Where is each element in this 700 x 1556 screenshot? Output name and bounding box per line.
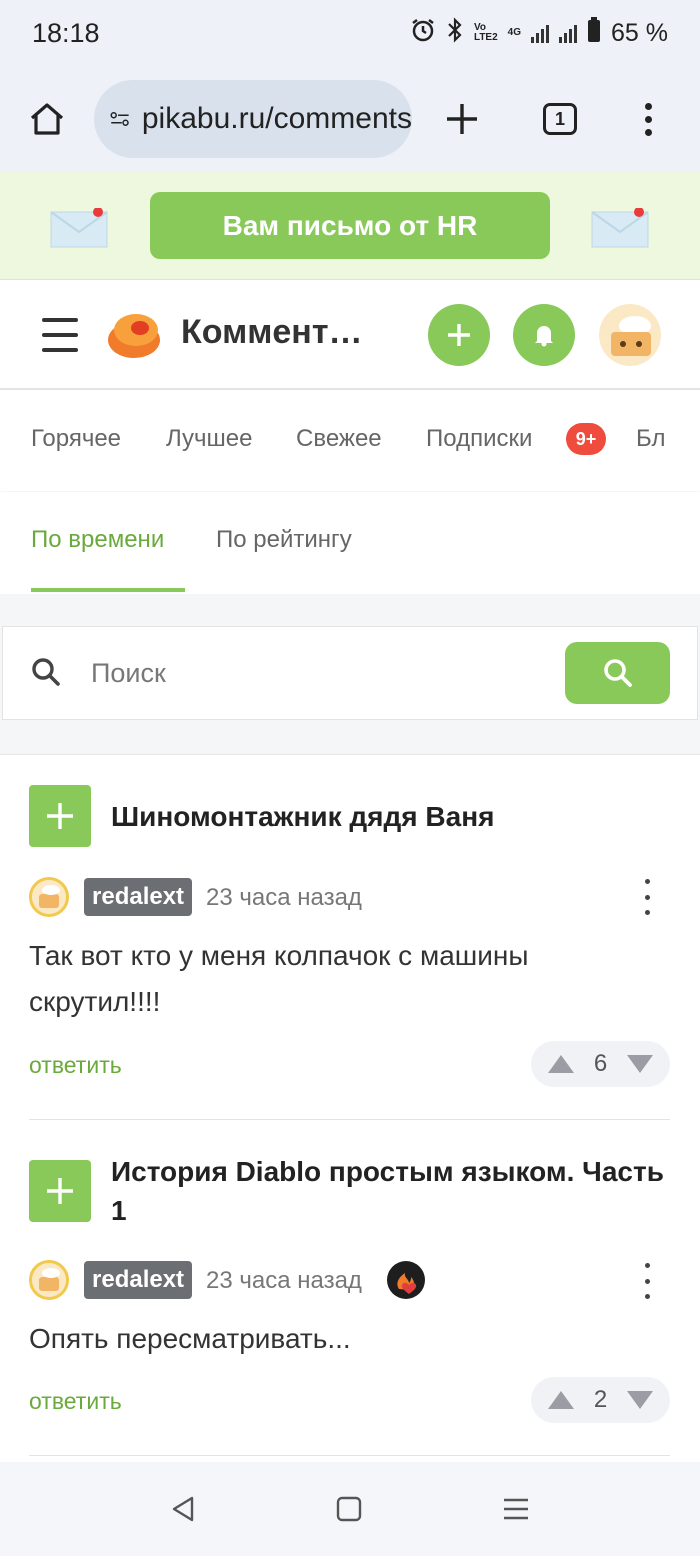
battery-icon <box>587 16 601 50</box>
plus-icon <box>47 1178 73 1204</box>
pikabu-logo[interactable] <box>106 308 162 360</box>
vote-widget: 6 <box>531 1041 670 1087</box>
tab-count: 1 <box>543 103 577 135</box>
divider <box>29 1455 670 1456</box>
add-post-button[interactable] <box>428 304 490 366</box>
comment-text: Так вот кто у меня колпачок с машины скр… <box>29 940 529 1017</box>
comments-feed: Шиномонтажник дядя Ваня redalext 23 часа… <box>0 754 700 1460</box>
comment-time[interactable]: 23 часа назад <box>206 1267 362 1295</box>
sort-by-time[interactable]: По времени <box>31 526 164 554</box>
tab-best[interactable]: Лучшее <box>166 425 252 453</box>
plus-icon <box>447 104 477 134</box>
upvote-icon[interactable] <box>547 1054 575 1074</box>
tab-more[interactable]: Бл <box>636 425 665 453</box>
site-settings-icon[interactable] <box>110 105 130 133</box>
signal-icon-2 <box>559 23 578 43</box>
user-avatar[interactable] <box>599 304 661 366</box>
search-card <box>2 626 698 720</box>
signal-icon <box>531 23 550 43</box>
reply-link[interactable]: ответить <box>29 1052 122 1079</box>
comment-menu-button[interactable] <box>640 1263 654 1299</box>
comment-author[interactable]: redalext <box>84 1261 193 1299</box>
back-icon[interactable] <box>170 1495 196 1523</box>
post-title[interactable]: История Diablo простым языком. Часть 1 <box>111 1152 671 1230</box>
sort-tabs: По времени По рейтингу <box>0 492 700 594</box>
url-text: pikabu.ru/comments <box>141 102 412 135</box>
site-header: Комментарии <box>0 280 700 390</box>
envelope-icon <box>50 208 108 248</box>
divider <box>29 1119 670 1120</box>
bell-icon <box>535 326 553 347</box>
hr-letter-button[interactable]: Вам письмо от HR <box>150 192 550 259</box>
award-icon[interactable] <box>387 1261 425 1299</box>
envelope-icon <box>591 208 649 248</box>
home-button[interactable] <box>0 66 94 172</box>
search-button[interactable] <box>565 642 670 704</box>
subscriptions-badge: 9+ <box>566 423 606 455</box>
sort-by-rating[interactable]: По рейтингу <box>216 526 352 554</box>
plus-icon <box>47 803 73 829</box>
browser-toolbar: pikabu.ru/comments 1 <box>0 66 700 172</box>
network-type-icon: 4G <box>507 27 522 38</box>
browser-menu-button[interactable] <box>608 66 688 172</box>
status-icons: Vo LTE2 4G 65 % <box>410 16 668 50</box>
new-tab-button[interactable] <box>412 66 512 172</box>
home-nav-icon[interactable] <box>336 1496 362 1522</box>
tab-hot[interactable]: Горячее <box>31 425 121 453</box>
alarm-icon <box>410 17 436 50</box>
search-input[interactable] <box>89 651 529 695</box>
downvote-icon[interactable] <box>626 1390 654 1410</box>
downvote-icon[interactable] <box>626 1054 654 1074</box>
bluetooth-icon <box>446 16 464 50</box>
status-bar: 18:18 Vo LTE2 4G 65 % <box>0 0 700 66</box>
address-bar[interactable]: pikabu.ru/comments <box>94 80 412 158</box>
vote-widget: 2 <box>531 1377 670 1423</box>
expand-post-button[interactable] <box>29 1160 91 1222</box>
rating-count: 6 <box>593 1050 608 1077</box>
notifications-button[interactable] <box>513 304 575 366</box>
battery-percent: 65 % <box>611 18 668 47</box>
comment-avatar[interactable] <box>29 1260 69 1300</box>
tab-subscriptions[interactable]: Подписки <box>426 425 532 453</box>
post-title[interactable]: Шиномонтажник дядя Ваня <box>111 797 671 836</box>
comment-menu-button[interactable] <box>640 879 654 915</box>
recents-icon[interactable] <box>502 1497 530 1521</box>
hamburger-menu-button[interactable] <box>42 318 78 352</box>
status-time: 18:18 <box>32 17 100 48</box>
volte-icon: Vo LTE2 <box>473 22 498 43</box>
hr-banner: Вам письмо от HR <box>0 172 700 280</box>
upvote-icon[interactable] <box>547 1390 575 1410</box>
expand-post-button[interactable] <box>29 785 91 847</box>
search-icon <box>603 659 632 687</box>
plus-icon <box>448 324 470 346</box>
comment-author[interactable]: redalext <box>84 878 193 916</box>
search-icon <box>32 658 60 686</box>
comment-time[interactable]: 23 часа назад <box>206 884 362 912</box>
rating-count: 2 <box>593 1386 608 1413</box>
page-title: Комментарии <box>181 313 366 351</box>
active-sort-indicator <box>31 588 185 592</box>
system-nav-bar <box>0 1462 700 1556</box>
comment-text: Опять пересматривать... <box>29 1323 351 1354</box>
reply-link[interactable]: ответить <box>29 1388 122 1415</box>
tab-switcher-button[interactable]: 1 <box>512 66 608 172</box>
tab-fresh[interactable]: Свежее <box>296 425 382 453</box>
comment-avatar[interactable] <box>29 877 69 917</box>
home-icon <box>30 103 64 135</box>
